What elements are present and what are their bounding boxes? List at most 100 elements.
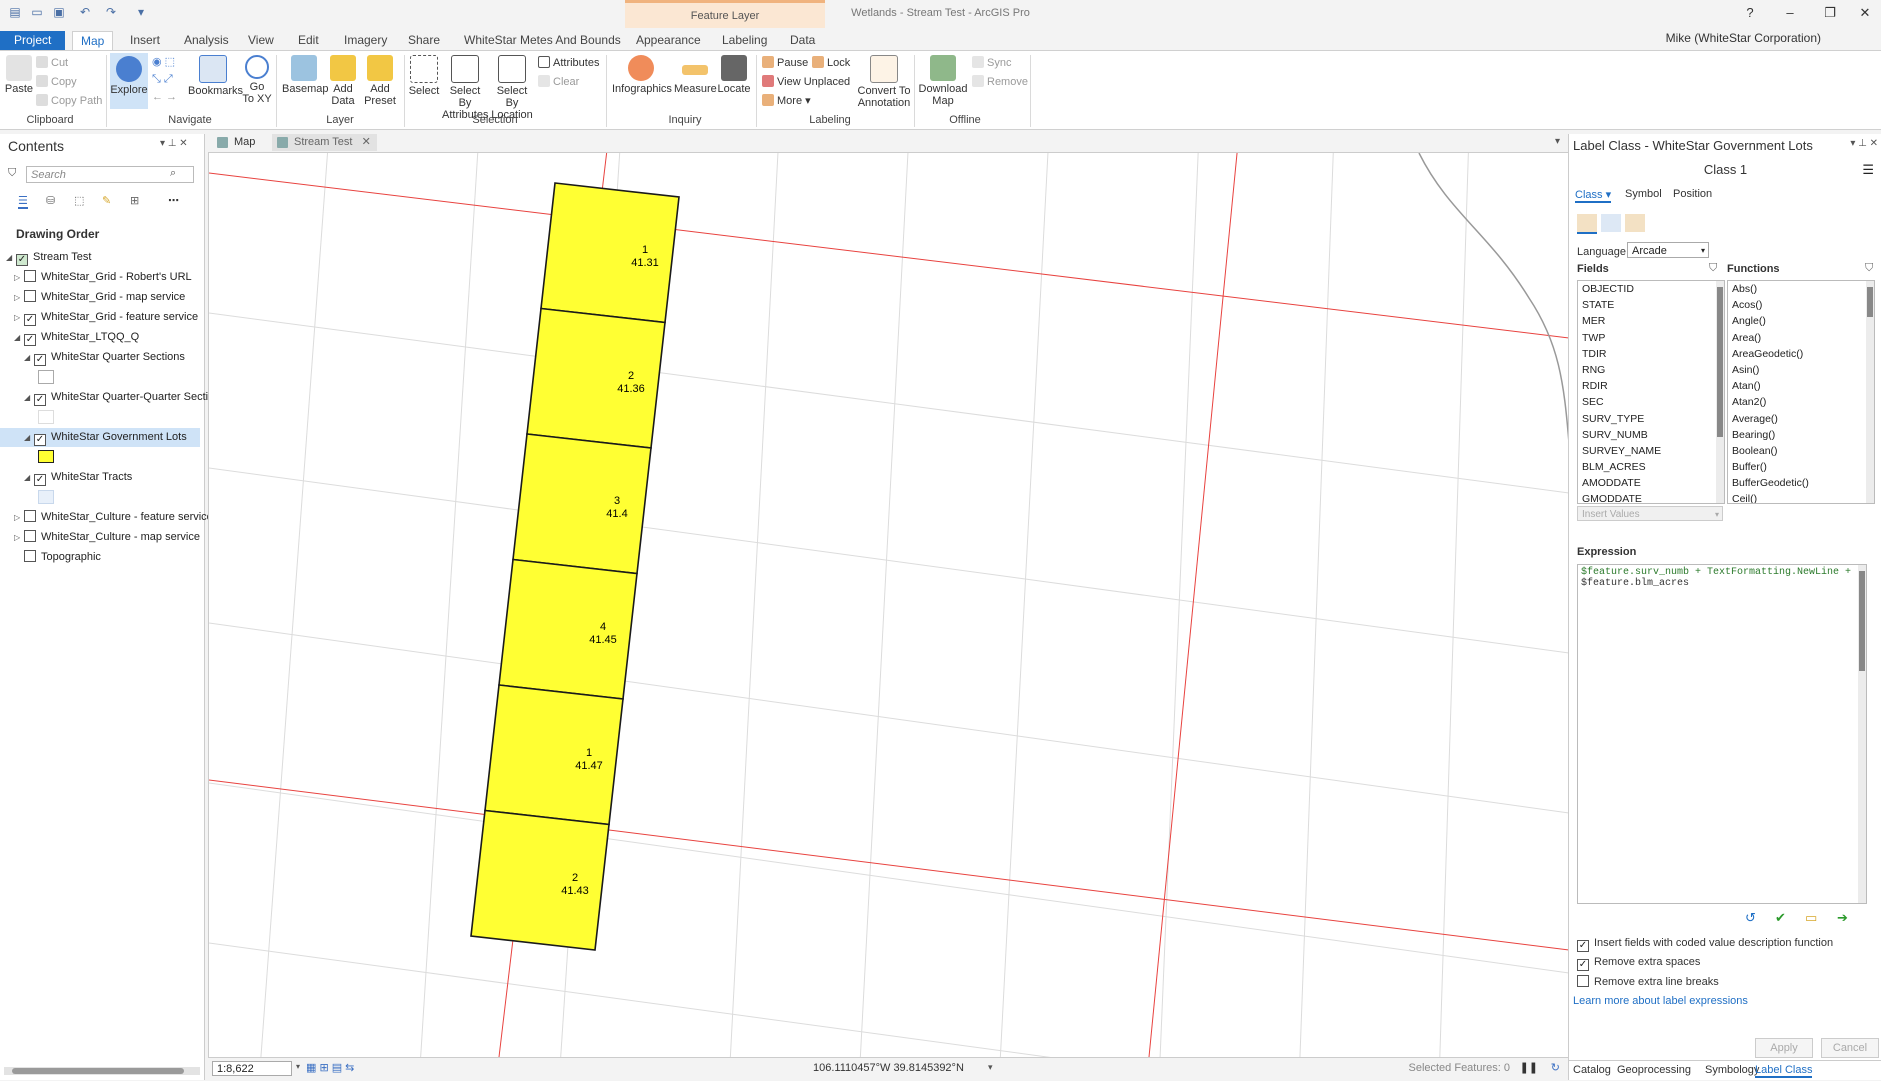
user-account[interactable]: Mike (WhiteStar Corporation) bbox=[1666, 31, 1821, 45]
list-by-selection-icon[interactable]: ⬚ bbox=[74, 194, 84, 207]
scrollbar[interactable] bbox=[1716, 281, 1724, 503]
tab-data[interactable]: Data bbox=[782, 31, 823, 50]
cut-button[interactable]: Cut bbox=[36, 56, 68, 69]
symbol-swatch[interactable] bbox=[38, 370, 54, 384]
cancel-button[interactable]: Cancel bbox=[1821, 1038, 1879, 1058]
function-item[interactable]: BufferGeodetic() bbox=[1728, 475, 1874, 491]
scale-selector[interactable]: 1:8,622 bbox=[212, 1061, 292, 1076]
field-item[interactable]: AMODDATE bbox=[1578, 475, 1724, 491]
layer-quarter-quarter-sections[interactable]: ◢ ✓ WhiteStar Quarter-Quarter Sections bbox=[0, 388, 224, 407]
layer-checkbox[interactable]: ✓ bbox=[34, 354, 46, 366]
explore-button[interactable]: Explore bbox=[110, 53, 148, 109]
apply-arrow-icon[interactable]: ➔ bbox=[1837, 910, 1848, 926]
layer-ltqq-q[interactable]: ◢ ✓ WhiteStar_LTQQ_Q bbox=[0, 328, 214, 347]
measure-button[interactable]: Measure bbox=[674, 55, 717, 95]
restore-icon[interactable]: ❐ bbox=[1810, 0, 1850, 26]
expand-icon[interactable]: ▷ bbox=[14, 308, 22, 327]
download-map-button[interactable]: Download Map bbox=[918, 55, 968, 107]
tab-position[interactable]: Position bbox=[1673, 188, 1712, 200]
list-by-editing-icon[interactable]: ✎ bbox=[102, 194, 111, 207]
layer-checkbox[interactable] bbox=[24, 510, 36, 522]
pause-labeling-button[interactable]: Pause bbox=[762, 56, 808, 69]
pause-drawing-icon[interactable]: ❚❚ bbox=[1520, 1061, 1538, 1074]
layer-topographic[interactable]: Topographic bbox=[0, 548, 224, 567]
layer-checkbox[interactable]: ✓ bbox=[34, 434, 46, 446]
layer-culture-feature-service[interactable]: ▷ WhiteStar_Culture - feature service bbox=[0, 508, 214, 527]
pane-menu-icon[interactable]: ▾ ⊥ ✕ bbox=[160, 138, 188, 149]
list-by-drawing-order-icon[interactable]: ☰ bbox=[18, 194, 28, 209]
field-item[interactable]: RNG bbox=[1578, 362, 1724, 378]
option-coded-values[interactable]: ✓ Insert fields with coded value descript… bbox=[1577, 937, 1833, 952]
expand-icon[interactable]: ▷ bbox=[14, 268, 22, 287]
field-item[interactable]: OBJECTID bbox=[1578, 281, 1724, 297]
symbol-swatch[interactable] bbox=[38, 450, 54, 463]
scrollbar-thumb[interactable] bbox=[1717, 287, 1723, 437]
label-placement-icon[interactable] bbox=[1625, 214, 1645, 232]
function-item[interactable]: Abs() bbox=[1728, 281, 1874, 297]
scrollbar[interactable] bbox=[1858, 565, 1866, 903]
function-item[interactable]: Average() bbox=[1728, 411, 1874, 427]
infographics-button[interactable]: Infographics bbox=[612, 55, 672, 95]
layer-culture-map-service[interactable]: ▷ WhiteStar_Culture - map service bbox=[0, 528, 214, 547]
add-data-button[interactable]: Add Data bbox=[328, 55, 358, 107]
layer-checkbox[interactable] bbox=[24, 290, 36, 302]
filter-fields-icon[interactable]: ⛉ bbox=[1709, 262, 1717, 275]
more-options-icon[interactable]: ⋯ bbox=[168, 194, 179, 207]
load-expression-icon[interactable]: ▭ bbox=[1805, 910, 1817, 926]
filter-functions-icon[interactable]: ⛉ bbox=[1865, 262, 1873, 275]
field-item[interactable]: SURV_TYPE bbox=[1578, 411, 1724, 427]
layer-checkbox[interactable] bbox=[24, 530, 36, 542]
tab-metes-and-bounds[interactable]: WhiteStar Metes And Bounds bbox=[456, 31, 629, 50]
field-item[interactable]: SURVEY_NAME bbox=[1578, 443, 1724, 459]
reset-icon[interactable]: ↺ bbox=[1745, 910, 1756, 926]
collapse-icon[interactable]: ◢ bbox=[24, 388, 32, 407]
expand-icon[interactable]: ▷ bbox=[14, 508, 22, 527]
collapse-icon[interactable]: ◢ bbox=[24, 428, 32, 447]
checkbox[interactable]: ✓ bbox=[1577, 940, 1589, 952]
field-item[interactable]: GMODDATE bbox=[1578, 491, 1724, 503]
expand-icon[interactable]: ▷ bbox=[14, 528, 22, 547]
function-item[interactable]: Atan2() bbox=[1728, 394, 1874, 410]
go-to-xy-button[interactable]: Go To XY bbox=[242, 55, 272, 105]
collapse-icon[interactable]: ◢ bbox=[24, 468, 32, 487]
attributes-button[interactable]: Attributes bbox=[538, 56, 599, 69]
paste-button[interactable]: Paste bbox=[4, 55, 34, 95]
sql-query-icon[interactable] bbox=[1601, 214, 1621, 232]
map-canvas[interactable] bbox=[209, 153, 1569, 1057]
tab-edit[interactable]: Edit bbox=[290, 31, 327, 50]
field-item[interactable]: BLM_ACRES bbox=[1578, 459, 1724, 475]
field-item[interactable]: TWP bbox=[1578, 330, 1724, 346]
tab-map[interactable]: Map bbox=[72, 31, 114, 51]
layer-tracts[interactable]: ◢ ✓ WhiteStar Tracts bbox=[0, 468, 224, 487]
function-item[interactable]: Buffer() bbox=[1728, 459, 1874, 475]
tab-label-class[interactable]: Label Class bbox=[1755, 1064, 1813, 1078]
checkbox[interactable]: ✓ bbox=[1577, 959, 1589, 971]
refresh-icon[interactable]: ↻ bbox=[1551, 1061, 1560, 1074]
contents-search-input[interactable]: Search bbox=[26, 166, 194, 183]
layer-grid-map-service[interactable]: ▷ WhiteStar_Grid - map service bbox=[0, 288, 214, 307]
layer-grid-roberts-url[interactable]: ▷ WhiteStar_Grid - Robert's URL bbox=[0, 268, 214, 287]
chevron-down-icon[interactable]: ▾ bbox=[988, 1062, 993, 1073]
layer-government-lots[interactable]: ◢ ✓ WhiteStar Government Lots bbox=[0, 428, 200, 447]
sync-button[interactable]: Sync bbox=[972, 56, 1011, 69]
function-item[interactable]: Bearing() bbox=[1728, 427, 1874, 443]
tab-class[interactable]: Class ▾ bbox=[1575, 188, 1612, 203]
copy-button[interactable]: Copy bbox=[36, 75, 77, 88]
field-item[interactable]: RDIR bbox=[1578, 378, 1724, 394]
tab-geoprocessing[interactable]: Geoprocessing bbox=[1617, 1064, 1691, 1076]
filter-icon[interactable]: ⛉ bbox=[8, 167, 16, 180]
label-expression-icon[interactable] bbox=[1577, 214, 1597, 234]
layer-checkbox[interactable]: ✓ bbox=[34, 394, 46, 406]
layer-checkbox[interactable] bbox=[24, 550, 36, 562]
expression-editor[interactable]: $feature.surv_numb + TextFormatting.NewL… bbox=[1577, 564, 1867, 904]
hamburger-menu-icon[interactable]: ☰ bbox=[1862, 162, 1874, 178]
learn-more-link[interactable]: Learn more about label expressions bbox=[1573, 995, 1748, 1007]
function-item[interactable]: Atan() bbox=[1728, 378, 1874, 394]
remove-offline-button[interactable]: Remove bbox=[972, 75, 1028, 88]
tab-view[interactable]: View bbox=[240, 31, 282, 50]
help-icon[interactable]: ? bbox=[1730, 0, 1770, 26]
field-item[interactable]: SEC bbox=[1578, 394, 1724, 410]
tab-labeling[interactable]: Labeling bbox=[714, 31, 775, 50]
close-tab-icon[interactable]: ✕ bbox=[362, 136, 371, 148]
functions-list[interactable]: Abs() Acos() Angle() Area() AreaGeodetic() As… bbox=[1727, 280, 1875, 504]
